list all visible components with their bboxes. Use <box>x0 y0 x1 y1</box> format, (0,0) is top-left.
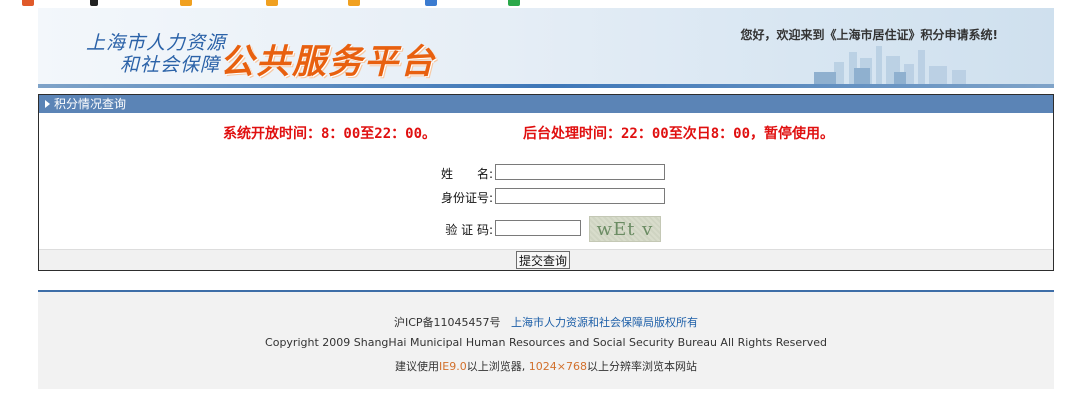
footer-copyright-row: Copyright 2009 ShangHai Municipal Human … <box>38 336 1054 349</box>
score-query-panel: 积分情况查询 系统开放时间：8：00至22：00。 后台处理时间：22：00至次… <box>38 94 1054 271</box>
advice-resolution: 1024×768 <box>528 360 587 373</box>
org-name-line2: 和社会保障 <box>120 54 221 76</box>
toolbar-icon[interactable] <box>348 0 360 6</box>
advice-middle: 以上浏览器, <box>466 360 526 373</box>
footer-advice-row: 建议使用IE9.0以上浏览器, 1024×768以上分辨率浏览本网站 <box>38 358 1054 374</box>
advice-browser: IE9.0 <box>439 360 467 373</box>
toolbar-icon[interactable] <box>180 0 192 6</box>
copyright-owner-link[interactable]: 上海市人力资源和社会保障局版权所有 <box>511 316 698 329</box>
captcha-image[interactable]: wEt v <box>589 216 661 242</box>
advice-prefix: 建议使用 <box>395 360 440 373</box>
id-number-label: 身份证号: <box>440 191 493 205</box>
maintenance-notice: 后台处理时间：22：00至次日8：00，暂停使用。 <box>523 126 834 142</box>
toolbar-icon[interactable] <box>266 0 278 6</box>
toolbar-icon[interactable] <box>425 0 437 6</box>
footer-icp-row: 沪ICP备11045457号 上海市人力资源和社会保障局版权所有 <box>38 314 1054 330</box>
id-number-input[interactable] <box>495 188 665 204</box>
advice-suffix: 以上分辨率浏览本网站 <box>586 360 697 373</box>
submit-bar: 提交查询 <box>39 249 1053 270</box>
open-hours-notice: 系统开放时间：8：00至22：00。 <box>223 126 437 142</box>
copyright-text: Copyright 2009 ShangHai Municipal Human … <box>265 336 827 349</box>
browser-toolbar-strip <box>0 0 1080 7</box>
icp-number: 沪ICP备11045457号 <box>393 316 501 329</box>
site-footer: 沪ICP备11045457号 上海市人力资源和社会保障局版权所有 Copyrig… <box>38 292 1054 389</box>
platform-title: 公共服务平台 <box>220 42 436 82</box>
name-input[interactable] <box>495 164 665 180</box>
panel-title: 积分情况查询 <box>54 97 127 111</box>
welcome-message: 您好，欢迎来到《上海市居住证》积分申请系统! <box>740 28 998 42</box>
panel-header: 积分情况查询 <box>39 95 1053 113</box>
captcha-input[interactable] <box>495 220 581 236</box>
submit-query-button[interactable]: 提交查询 <box>516 251 571 269</box>
captcha-label: 验 证 码: <box>445 223 493 237</box>
name-label: 姓 名: <box>440 167 493 181</box>
triangle-right-icon <box>45 100 50 108</box>
toolbar-icon[interactable] <box>90 0 98 6</box>
toolbar-icon[interactable] <box>508 0 520 6</box>
city-skyline-illustration <box>814 46 966 86</box>
toolbar-icon[interactable] <box>22 0 34 6</box>
site-banner: 上海市人力资源 和社会保障 公共服务平台 您好，欢迎来到《上海市居住证》积分申请… <box>38 8 1054 88</box>
